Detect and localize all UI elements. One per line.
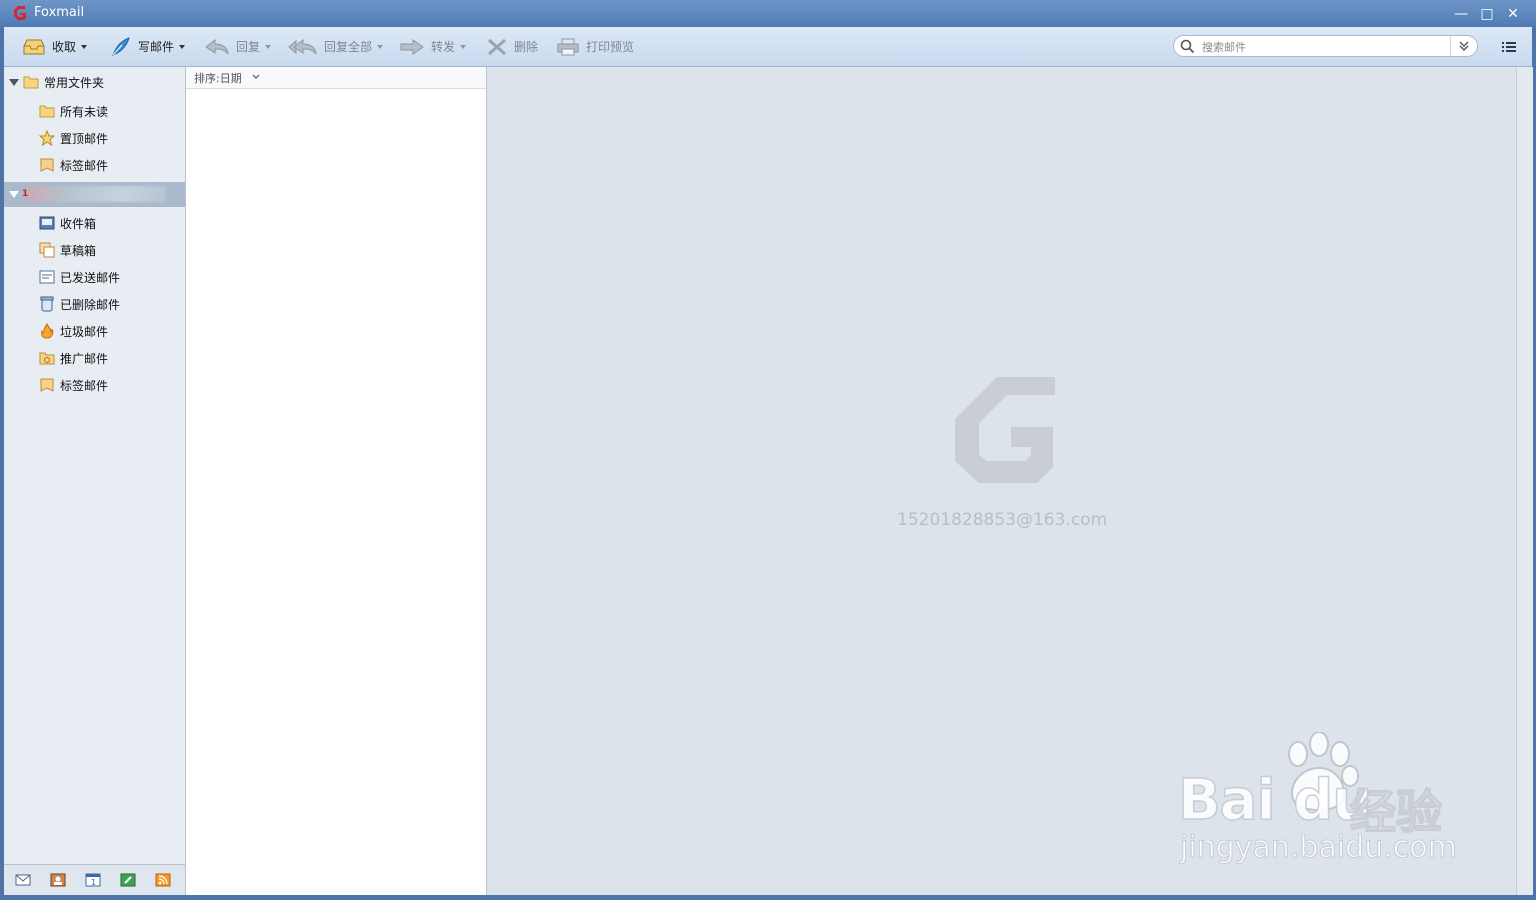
delete-x-icon: [488, 38, 506, 55]
forward-label: 转发: [431, 40, 456, 54]
sort-label[interactable]: 排序:日期: [194, 70, 242, 86]
reply-all-arrow-icon: [288, 38, 317, 54]
sidebar-item-account-tagged[interactable]: 标签邮件: [4, 373, 185, 397]
compose-button[interactable]: 写邮件: [110, 27, 186, 66]
reply-arrow-icon: [205, 38, 229, 54]
sidebar-item-tagged[interactable]: 标签邮件: [4, 153, 185, 177]
foxmail-logo-icon: [14, 6, 26, 20]
foxmail-watermark-logo: [955, 377, 1055, 483]
printer-icon: [557, 38, 579, 55]
promo-icon: [39, 352, 55, 365]
search-options-button[interactable]: [1450, 36, 1477, 56]
sidebar-item-label: 所有未读: [60, 104, 109, 119]
account-email: 15201828853@163.com: [897, 510, 1108, 530]
inbox-icon: [39, 216, 55, 230]
trash-icon: [40, 296, 54, 312]
toolbar: 收取 写邮件 回复 回复全部 转发 删除 打印预览 搜索邮件: [4, 27, 1532, 67]
chevron-down-icon[interactable]: [179, 44, 186, 49]
sidebar-item-deleted[interactable]: 已删除邮件: [4, 292, 185, 316]
baidu-watermark: Bai du 经验 jingyan.baidu.com: [1177, 732, 1468, 870]
sidebar-item-label: 标签邮件: [60, 378, 109, 393]
search-input[interactable]: [1200, 38, 1449, 56]
sidebar-item-label: 标签邮件: [60, 158, 109, 173]
print-preview-button[interactable]: 打印预览: [556, 27, 634, 66]
inbox-tray-icon: [23, 39, 45, 54]
reply-button[interactable]: 回复: [204, 27, 272, 66]
mail-icon[interactable]: [15, 873, 31, 887]
sidebar-bottom-bar: 1: [4, 864, 185, 895]
mail-list-pane: 排序:日期: [186, 67, 487, 895]
sidebar-item-label: 垃圾邮件: [60, 324, 109, 339]
common-folders-label: 常用文件夹: [44, 75, 105, 90]
reply-all-button[interactable]: 回复全部: [288, 27, 384, 66]
expand-triangle-icon[interactable]: [9, 78, 19, 86]
sort-bar[interactable]: 排序:日期: [186, 67, 486, 89]
main-menu-button[interactable]: [1498, 37, 1520, 57]
window-title: Foxmail: [34, 5, 85, 20]
common-folders-header[interactable]: 常用文件夹: [4, 70, 185, 94]
chevron-down-icon[interactable]: [252, 74, 260, 80]
spam-icon: [41, 323, 54, 339]
sidebar-item-label: 已发送邮件: [60, 270, 121, 285]
redacted-account-name: [26, 186, 166, 202]
chevron-down-icon[interactable]: [265, 44, 272, 49]
sidebar-item-sent[interactable]: 已发送邮件: [4, 265, 185, 289]
rss-icon[interactable]: [155, 873, 171, 887]
sidebar-item-inbox[interactable]: 收件箱: [4, 211, 185, 235]
search-icon[interactable]: [1180, 39, 1195, 54]
search-box: [1173, 35, 1478, 57]
svg-text:1: 1: [91, 878, 96, 887]
sidebar-item-label: 收件箱: [60, 216, 97, 231]
reply-label: 回复: [236, 40, 261, 54]
sidebar-item-spam[interactable]: 垃圾邮件: [4, 319, 185, 343]
sidebar-item-label: 草稿箱: [60, 243, 97, 258]
feather-pen-icon: [112, 36, 130, 56]
contacts-icon[interactable]: [50, 873, 66, 887]
close-button[interactable]: ✕: [1503, 4, 1523, 24]
folder-icon: [23, 76, 39, 89]
minimize-button[interactable]: —: [1451, 4, 1471, 24]
sent-icon: [39, 270, 55, 284]
reply-all-label: 回复全部: [324, 40, 373, 54]
delete-button[interactable]: 删除: [486, 27, 538, 66]
calendar-icon[interactable]: 1: [85, 873, 101, 887]
account-header[interactable]: 1: [4, 182, 185, 207]
print-preview-label: 打印预览: [586, 40, 635, 54]
tag-icon: [40, 378, 54, 392]
sidebar-item-pinned[interactable]: 置顶邮件: [4, 126, 185, 150]
tag-icon: [40, 158, 54, 172]
drafts-icon: [39, 242, 55, 258]
right-edge-strip: [1516, 67, 1533, 895]
receive-button[interactable]: 收取: [22, 27, 88, 66]
folder-sidebar: 常用文件夹 所有未读 置顶邮件 标签邮件 1 收件箱 草稿箱 已发送邮件 已删除…: [4, 67, 186, 895]
delete-label: 删除: [514, 40, 539, 54]
sidebar-item-label: 已删除邮件: [60, 297, 121, 312]
sidebar-item-label: 推广邮件: [60, 351, 109, 366]
chevron-down-icon[interactable]: [81, 44, 88, 49]
sidebar-item-drafts[interactable]: 草稿箱: [4, 238, 185, 262]
chevron-down-icon[interactable]: [460, 44, 467, 49]
sidebar-item-all-unread[interactable]: 所有未读: [4, 99, 185, 123]
receive-label: 收取: [52, 40, 77, 54]
title-bar: Foxmail — □ ✕: [0, 0, 1536, 27]
expand-triangle-icon[interactable]: [9, 191, 19, 198]
maximize-button[interactable]: □: [1477, 4, 1497, 24]
notes-icon[interactable]: [120, 873, 136, 887]
compose-label: 写邮件: [138, 40, 175, 54]
sidebar-item-label: 置顶邮件: [60, 131, 109, 146]
chevron-down-icon[interactable]: [377, 44, 384, 49]
baidu-url: jingyan.baidu.com: [1180, 830, 1458, 866]
star-icon: [39, 130, 55, 146]
folder-icon: [39, 105, 55, 118]
double-chevron-down-icon: [1459, 41, 1469, 51]
forward-arrow-icon: [400, 38, 424, 55]
account-label-fragment: 1: [22, 189, 29, 199]
forward-button[interactable]: 转发: [399, 27, 467, 66]
menu-list-icon: [1502, 42, 1516, 52]
sidebar-item-promotions[interactable]: 推广邮件: [4, 346, 185, 370]
baidu-brand-text: Bai du: [1177, 767, 1373, 834]
